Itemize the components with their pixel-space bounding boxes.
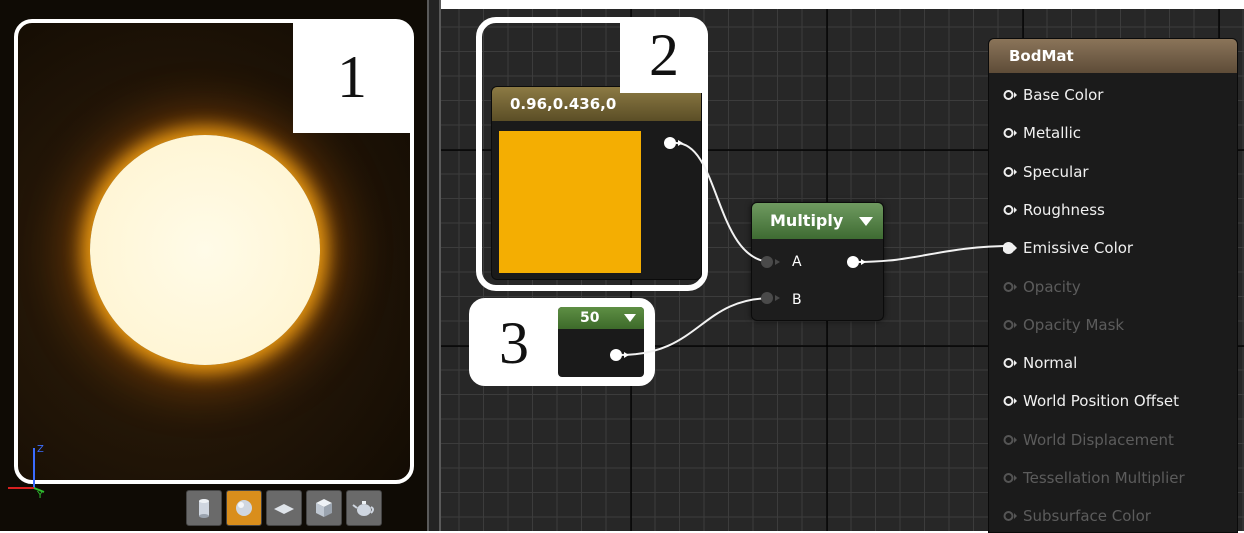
input-pin-icon[interactable] xyxy=(1003,88,1017,102)
material-node-title: BodMat xyxy=(989,39,1237,73)
material-input-tessellation-multiplier: Tessellation Multiplier xyxy=(1003,468,1185,488)
preview-sphere xyxy=(90,135,320,365)
material-input-label: Opacity xyxy=(1023,277,1081,296)
material-input-label: Metallic xyxy=(1023,124,1081,143)
color-swatch xyxy=(499,131,641,273)
multiply-node-title: Multiply xyxy=(752,203,883,239)
multiply-pin-b-label: B xyxy=(792,292,802,308)
axis-gizmo-icon: Z Y xyxy=(8,444,45,500)
cube-preview-button[interactable] xyxy=(306,490,342,526)
material-input-world-displacement: World Displacement xyxy=(1003,430,1174,450)
plane-preview-button[interactable] xyxy=(266,490,302,526)
material-input-label: World Displacement xyxy=(1023,430,1174,449)
input-pin-icon xyxy=(1003,473,1017,483)
panel-splitter[interactable] xyxy=(427,0,441,531)
material-input-label: Specular xyxy=(1023,162,1089,181)
sphere-preview-button[interactable] xyxy=(226,490,262,526)
input-pin-icon xyxy=(1003,511,1017,522)
collapse-arrow-icon[interactable] xyxy=(859,217,873,226)
material-input-world-position-offset[interactable]: World Position Offset xyxy=(1003,391,1179,411)
axis-y-label: Y xyxy=(36,490,44,500)
input-pin-icon[interactable] xyxy=(1003,356,1017,370)
multiply-node[interactable]: Multiply A B xyxy=(751,202,884,321)
input-pin-icon[interactable] xyxy=(1003,241,1017,255)
material-input-label: Tessellation Multiplier xyxy=(1023,469,1185,487)
input-pin-icon xyxy=(1003,281,1017,292)
plane-icon xyxy=(274,504,294,514)
material-input-emissive-color[interactable]: Emissive Color xyxy=(1003,238,1133,258)
material-input-specular[interactable]: Specular xyxy=(1003,162,1089,182)
teapot-preview-button[interactable] xyxy=(346,490,382,526)
callout-label-1: 1 xyxy=(293,22,411,133)
material-input-opacity: Opacity xyxy=(1003,277,1081,297)
color-constant-node[interactable]: 0.96,0.436,0 xyxy=(491,86,702,280)
scalar-node-title: 50 xyxy=(558,307,644,329)
input-pin-icon[interactable] xyxy=(1003,126,1017,140)
material-input-subsurface-color: Subsurface Color xyxy=(1003,506,1151,526)
material-input-label: World Position Offset xyxy=(1023,392,1179,411)
material-input-label: Emissive Color xyxy=(1023,239,1134,258)
input-pin-icon xyxy=(1003,434,1017,445)
material-input-normal[interactable]: Normal xyxy=(1003,353,1077,373)
sphere-icon xyxy=(236,500,252,516)
material-input-label: Base Color xyxy=(1023,86,1104,104)
cylinder-preview-button[interactable] xyxy=(186,490,222,526)
callout-label-3: 3 xyxy=(499,309,529,376)
input-pin-icon[interactable] xyxy=(1003,165,1017,179)
callout-label-2: 2 xyxy=(620,17,708,93)
cube-icon xyxy=(316,499,332,517)
material-input-label: Subsurface Color xyxy=(1023,507,1151,526)
multiply-node-label: Multiply xyxy=(770,211,844,230)
axis-z-label: Z xyxy=(37,444,44,455)
cylinder-icon xyxy=(199,499,209,518)
graph-top-edge xyxy=(441,0,1244,9)
material-input-label: Normal xyxy=(1023,354,1078,373)
material-input-label: Opacity Mask xyxy=(1023,315,1125,334)
material-input-opacity-mask: Opacity Mask xyxy=(1003,315,1124,335)
material-input-metallic[interactable]: Metallic xyxy=(1003,123,1081,143)
collapse-arrow-icon[interactable] xyxy=(624,314,636,322)
multiply-pin-a-label: A xyxy=(792,254,802,270)
input-pin-icon xyxy=(1003,319,1017,330)
scalar-constant-node[interactable]: 50 xyxy=(558,307,644,377)
preview-shape-toolbar xyxy=(186,490,382,526)
material-input-roughness[interactable]: Roughness xyxy=(1003,200,1105,220)
scalar-node-value: 50 xyxy=(580,310,600,326)
input-pin-icon[interactable] xyxy=(1003,394,1017,408)
material-input-label: Roughness xyxy=(1023,200,1105,219)
material-preview-viewport[interactable]: 1 Z Y xyxy=(0,0,427,531)
input-pin-icon[interactable] xyxy=(1003,203,1017,217)
teapot-icon xyxy=(352,501,374,516)
material-result-node[interactable]: BodMat Base Color Metallic Specular Roughne… xyxy=(988,38,1238,533)
material-input-base-color[interactable]: Base Color xyxy=(1003,85,1103,105)
